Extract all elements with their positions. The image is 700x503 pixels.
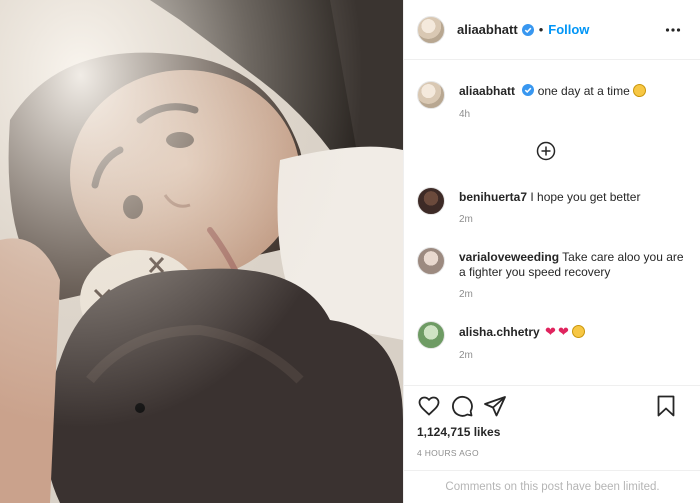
post-timestamp[interactable]: 4 HOURS AGO: [417, 448, 479, 458]
comment-time[interactable]: 2m: [459, 289, 473, 300]
avatar[interactable]: [417, 187, 445, 215]
avatar[interactable]: [417, 15, 445, 44]
heart-icon[interactable]: [417, 394, 441, 418]
comment-item: varialoveweeding Take care aloo you are …: [417, 247, 689, 307]
comments-limited-notice: Comments on this post have been limited.: [404, 470, 700, 503]
comment-text: varialoveweeding Take care aloo you are …: [459, 250, 684, 280]
header-separator: •: [538, 22, 544, 37]
comment-item: benihuerta7 I hope you get better 2m: [417, 187, 689, 232]
comment-username[interactable]: varialoveweeding: [459, 250, 559, 264]
smiling-face-emoji-icon: [632, 84, 646, 97]
selfie-image: [0, 0, 403, 503]
header-username[interactable]: aliaabhatt: [457, 22, 518, 37]
bookmark-icon[interactable]: [654, 394, 678, 418]
verified-badge-icon: [521, 23, 534, 36]
comment-username[interactable]: benihuerta7: [459, 190, 527, 204]
more-options-icon[interactable]: [665, 22, 681, 38]
comment-text: benihuerta7 I hope you get better: [459, 190, 684, 205]
comment-text: alisha.chhetry ❤ ❤: [459, 324, 684, 340]
comment-item: alisha.chhetry ❤ ❤ 2m: [417, 321, 689, 366]
red-heart-emoji-icon: ❤: [545, 324, 556, 339]
paper-plane-icon[interactable]: [483, 394, 507, 418]
caption-text: aliaabhatt one day at a time: [459, 84, 684, 99]
caption-username[interactable]: aliaabhatt: [459, 84, 515, 98]
verified-badge-icon: [522, 84, 535, 96]
add-circle-icon[interactable]: [536, 141, 556, 161]
red-heart-emoji-icon: ❤: [557, 324, 569, 339]
caption-body: one day at a time: [537, 84, 630, 98]
follow-button[interactable]: Follow: [548, 22, 589, 37]
comment-time[interactable]: 2m: [459, 350, 473, 361]
post-actions: 1,124,715 likes 4 HOURS AGO Comments on …: [404, 385, 700, 503]
comment-icon[interactable]: [450, 394, 474, 418]
likes-count[interactable]: 1,124,715 likes: [417, 425, 500, 439]
post-header: aliaabhatt • Follow: [404, 0, 700, 60]
caption: aliaabhatt one day at a time 4h: [417, 81, 689, 131]
avatar[interactable]: [417, 321, 445, 349]
post-side-panel: aliaabhatt • Follow aliaabhatt one day a…: [403, 0, 700, 503]
heart-eyes-emoji-icon: [571, 325, 585, 338]
avatar[interactable]: [417, 247, 445, 275]
comments-area: aliaabhatt one day at a time 4h benihuer…: [404, 60, 700, 385]
comment-username[interactable]: alisha.chhetry: [459, 325, 540, 339]
comment-time[interactable]: 2m: [459, 214, 473, 225]
caption-time[interactable]: 4h: [459, 109, 470, 120]
comment-body: I hope you get better: [530, 190, 641, 204]
post-photo[interactable]: [0, 0, 403, 503]
avatar[interactable]: [417, 81, 445, 109]
